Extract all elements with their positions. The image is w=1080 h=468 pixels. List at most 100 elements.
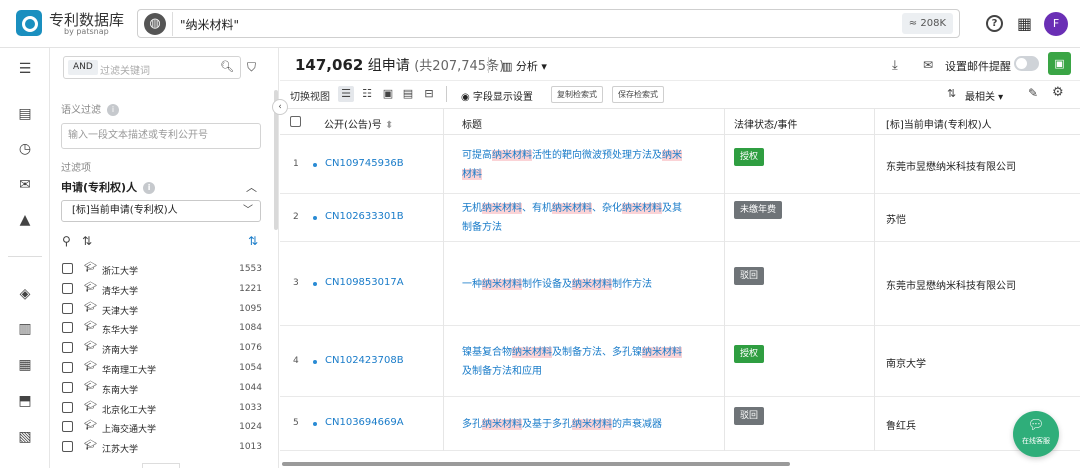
help-icon[interactable]: ? bbox=[986, 15, 1003, 32]
title-segment: 及基于多孔 bbox=[522, 418, 572, 430]
assignee-filter-item[interactable]: 🎓︎ 东南大学 1044 bbox=[62, 379, 262, 399]
table-row[interactable]: 2 CN102633301B 无机纳米材料、有机纳米材料、杂化纳米材料及其制备方法 未… bbox=[280, 194, 1080, 242]
split-view-icon[interactable]: ⊟ bbox=[421, 86, 437, 102]
analysis-menu[interactable]: ▥ 分析 ▾ bbox=[502, 58, 547, 74]
inbox-icon[interactable]: ✉ bbox=[17, 177, 33, 193]
filter-footer-button[interactable] bbox=[142, 463, 180, 468]
publication-number-link[interactable]: CN103694669A bbox=[325, 417, 404, 428]
assignee-name: 苏恺 bbox=[886, 215, 906, 226]
checkbox[interactable] bbox=[62, 322, 73, 334]
checkbox[interactable] bbox=[62, 302, 73, 314]
horizontal-scrollbar[interactable] bbox=[282, 462, 790, 466]
highlight-icon[interactable]: ✎ bbox=[1028, 86, 1038, 100]
document-search-icon[interactable]: ▤ bbox=[17, 106, 33, 122]
assignee-field-select[interactable]: [标]当前申请(专利权)人 ﹀ bbox=[61, 200, 261, 222]
assignee-filter-item[interactable]: 🎓︎ 清华大学 1221 bbox=[62, 280, 262, 300]
assignee-filter-item[interactable]: 🎓︎ 天津大学 1095 bbox=[62, 300, 262, 320]
legal-status-badge[interactable]: 未缴年费 bbox=[734, 201, 783, 219]
patsnap-logo-icon[interactable] bbox=[16, 10, 42, 36]
folder-upload-icon[interactable]: ⬒ bbox=[17, 393, 33, 409]
semantic-filter-input[interactable]: 输入一段文本描述或专利公开号 bbox=[61, 123, 261, 149]
sort-icon[interactable]: ⇅ bbox=[82, 233, 92, 249]
table-row[interactable]: 3 CN109853017A 一种纳米材料制作设备及纳米材料制作方法 驳回 东莞市昱懋纳… bbox=[280, 242, 1080, 326]
patent-title-link[interactable]: 可提高纳米材料活性的靶向微波预处理方法及纳米材料 bbox=[462, 146, 687, 184]
search-icon[interactable]: ⚲ bbox=[62, 233, 71, 249]
search-query[interactable]: "纳米材料" bbox=[180, 16, 239, 33]
dashboard-icon[interactable]: ▦ bbox=[17, 357, 33, 373]
apps-grid-icon[interactable]: ▦ bbox=[1017, 16, 1032, 32]
assignee-filter-item[interactable]: 🎓︎ 东华大学 1084 bbox=[62, 319, 262, 339]
table-row[interactable]: 1 CN109745936B 可提高纳米材料活性的靶向微波预处理方法及纳米材料 授权东… bbox=[280, 135, 1080, 194]
workspace-button[interactable]: ▣ bbox=[1048, 52, 1071, 75]
sort-icon[interactable]: ⇅ bbox=[947, 87, 956, 100]
avatar[interactable]: F bbox=[1044, 12, 1068, 36]
sort-select[interactable]: 最相关 ▾ bbox=[965, 88, 1003, 103]
patent-title-link[interactable]: 镍基复合物纳米材料及制备方法、多孔镍纳米材料及制备方法和应用 bbox=[462, 343, 687, 381]
mail-alert-icon[interactable]: ✉ bbox=[923, 58, 933, 72]
layers-icon[interactable]: ◈ bbox=[17, 286, 33, 302]
history-icon[interactable]: ◷ bbox=[17, 141, 33, 157]
publication-number-link[interactable]: CN102633301B bbox=[325, 211, 404, 222]
patent-title-link[interactable]: 一种纳米材料制作设备及纳米材料制作方法 bbox=[462, 275, 687, 294]
assignee-filter-item[interactable]: 🎓︎ 北京化工大学 1033 bbox=[62, 399, 262, 419]
assignee-name: 南京大学 bbox=[886, 358, 926, 370]
legal-status-badge[interactable]: 授权 bbox=[734, 344, 765, 363]
globe-icon[interactable]: ◍ bbox=[144, 13, 166, 35]
sort-icon[interactable]: ⬍ bbox=[385, 120, 393, 131]
checkbox[interactable] bbox=[62, 361, 73, 373]
info-icon[interactable]: i bbox=[107, 104, 119, 116]
info-icon[interactable]: i bbox=[143, 182, 156, 194]
column-divider bbox=[724, 326, 725, 397]
search-bar[interactable]: ◍ "纳米材料" ≈ 208K bbox=[137, 9, 960, 38]
bar-chart-icon[interactable]: ▥ bbox=[17, 321, 33, 337]
publication-number-link[interactable]: CN102423708B bbox=[325, 355, 404, 366]
card-view-icon[interactable]: ▤ bbox=[400, 86, 416, 102]
publication-number-link[interactable]: CN109745936B bbox=[325, 158, 404, 169]
assignee-filter-item[interactable]: 🎓︎ 华南理工大学 1054 bbox=[62, 359, 262, 379]
legal-status-badge[interactable]: 驳回 bbox=[734, 267, 765, 285]
field-display-settings[interactable]: ◉ 字段显示设置 bbox=[461, 88, 533, 103]
publication-number-link[interactable]: CN109853017A bbox=[325, 277, 404, 288]
copy-query-button[interactable]: 复制检索式 bbox=[551, 86, 603, 103]
checkbox[interactable] bbox=[62, 263, 73, 274]
and-operator[interactable]: AND bbox=[68, 60, 98, 75]
highlighted-keyword: 纳米材料 bbox=[622, 203, 662, 214]
email-alert-toggle[interactable] bbox=[1014, 56, 1039, 71]
report-icon[interactable]: ▧ bbox=[17, 429, 33, 445]
list-view-icon[interactable]: ☰ bbox=[338, 86, 354, 102]
assignee-filter-item[interactable]: 🎓︎ 济南大学 1076 bbox=[62, 339, 262, 359]
patent-title-link[interactable]: 无机纳米材料、有机纳米材料、杂化纳米材料及其制备方法 bbox=[462, 199, 687, 237]
search-icon[interactable]: 🔍︎ bbox=[220, 60, 234, 73]
filter-keyword-field[interactable]: AND 过滤关键词 🔍︎ bbox=[63, 56, 241, 79]
legal-status-badge[interactable]: 驳回 bbox=[734, 407, 765, 425]
legal-status-badge[interactable]: 授权 bbox=[734, 147, 765, 166]
table-row[interactable]: 5 CN103694669A 多孔纳米材料及基于多孔纳米材料的声衰减器 驳回 鲁红兵 bbox=[280, 397, 1080, 451]
image-view-icon[interactable]: ▣ bbox=[380, 86, 396, 102]
checkbox[interactable] bbox=[62, 421, 73, 433]
patent-title-link[interactable]: 多孔纳米材料及基于多孔纳米材料的声衰减器 bbox=[462, 415, 687, 434]
chevron-up-icon[interactable]: ︿ bbox=[246, 179, 257, 195]
sort-desc-icon[interactable]: ⇅ bbox=[248, 233, 258, 249]
filter-settings-icon[interactable]: ⛉ bbox=[247, 60, 261, 74]
table-row[interactable]: 4 CN102423708B 镍基复合物纳米材料及制备方法、多孔镍纳米材料及制备方法… bbox=[280, 326, 1080, 397]
assignee-filter-item[interactable]: 🎓︎ 江苏大学 1013 bbox=[62, 438, 262, 458]
checkbox[interactable] bbox=[62, 381, 73, 393]
checkbox[interactable] bbox=[62, 401, 73, 413]
save-query-button[interactable]: 保存检索式 bbox=[612, 86, 664, 103]
select-all-checkbox[interactable] bbox=[290, 116, 301, 127]
detail-view-icon[interactable]: ☷ bbox=[359, 86, 375, 102]
landscape-icon[interactable]: ▲ bbox=[17, 212, 33, 228]
checkbox[interactable] bbox=[62, 282, 73, 294]
collapse-panel-icon[interactable]: ‹ bbox=[272, 99, 288, 115]
assignee-filter-item[interactable]: 🎓︎ 上海交通大学 1024 bbox=[62, 418, 262, 438]
assignee-filter-item[interactable]: 🎓︎ 浙江大学 1553 bbox=[62, 260, 262, 280]
checkbox[interactable] bbox=[62, 441, 73, 453]
checkbox[interactable] bbox=[62, 342, 73, 354]
gear-icon[interactable]: ⚙ bbox=[1052, 85, 1064, 100]
download-icon[interactable]: ⤓ bbox=[892, 58, 898, 73]
header-pubno[interactable]: 公开(公告)号 ⬍ bbox=[324, 116, 393, 131]
column-divider bbox=[443, 397, 444, 451]
online-support-button[interactable]: 💬︎ 在线客服 bbox=[1013, 411, 1059, 457]
column-divider bbox=[443, 135, 444, 194]
expand-menu-icon[interactable]: ☰ bbox=[17, 61, 33, 77]
